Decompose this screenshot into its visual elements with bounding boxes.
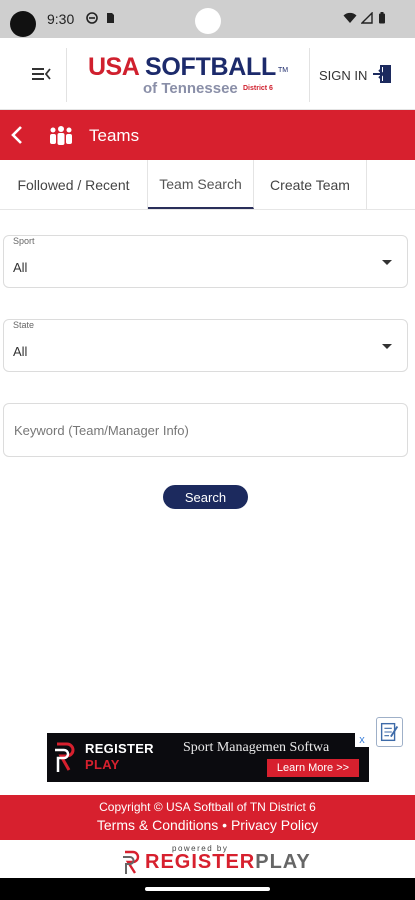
sim-card-icon xyxy=(107,13,114,23)
back-arrow-icon[interactable] xyxy=(8,124,26,146)
ad-banner[interactable]: REGISTER PLAY Sport Managemen Softwa Lea… xyxy=(47,733,369,782)
tab-label: Team Search xyxy=(159,175,242,192)
status-time: 9:30 xyxy=(47,11,75,27)
home-gesture-handle[interactable] xyxy=(145,887,270,891)
page-title: Teams xyxy=(89,126,140,145)
wifi-icon xyxy=(343,12,357,23)
registerplay-logo-icon xyxy=(123,850,140,874)
ad-close-icon[interactable]: x xyxy=(355,733,369,747)
camera-cutout xyxy=(10,11,36,37)
status-bar: 9:30 xyxy=(0,0,415,38)
powered-by[interactable]: powered by REGISTERPLAY xyxy=(0,840,415,878)
registerplay-logo-icon xyxy=(55,742,75,772)
footer-links: Terms & Conditions • Privacy Policy xyxy=(0,817,415,833)
menu-icon[interactable] xyxy=(30,64,52,84)
footer-separator: • xyxy=(222,817,228,833)
ad-brand-register: REGISTER xyxy=(85,741,154,756)
state-select[interactable]: State All xyxy=(3,319,408,372)
logo-subtitle: of Tennessee xyxy=(143,80,238,97)
sport-select[interactable]: Sport All xyxy=(3,235,408,288)
teams-icon xyxy=(50,126,72,145)
usa-softball-logo[interactable]: USA SOFTBALL TM of Tennessee District 6 xyxy=(88,53,293,97)
keyword-input[interactable] xyxy=(3,403,408,457)
tab-followed-recent[interactable]: Followed / Recent xyxy=(0,160,148,209)
logo-usa: USA xyxy=(88,53,140,81)
front-sensor xyxy=(195,8,221,34)
ad-brand-play: PLAY xyxy=(85,757,120,772)
footer-copyright: Copyright © USA Softball of TN District … xyxy=(99,800,316,814)
wordmark-register: REGISTER xyxy=(145,851,256,873)
dnd-icon xyxy=(86,12,98,24)
privacy-link[interactable]: Privacy Policy xyxy=(231,817,318,833)
dropdown-arrow-icon xyxy=(382,344,392,349)
battery-icon xyxy=(379,12,385,24)
header-divider xyxy=(66,48,67,102)
logo-district: District 6 xyxy=(243,85,273,92)
system-nav-bar xyxy=(0,878,415,900)
tab-label: Create Team xyxy=(270,176,350,193)
registerplay-wordmark: REGISTERPLAY xyxy=(145,851,311,874)
dropdown-arrow-icon xyxy=(382,260,392,265)
terms-link[interactable]: Terms & Conditions xyxy=(97,817,218,833)
sign-in-link[interactable]: SIGN IN xyxy=(319,68,367,83)
sport-value: All xyxy=(13,260,28,275)
logo-tm: TM xyxy=(278,67,289,74)
tab-team-search[interactable]: Team Search xyxy=(148,160,254,209)
header-divider xyxy=(309,48,310,102)
tab-bar: Followed / Recent Team Search Create Tea… xyxy=(0,160,415,210)
sport-label: Sport xyxy=(13,236,35,246)
ad-brand-play-text: PLAY xyxy=(85,757,120,772)
page-titlebar: Teams xyxy=(0,110,415,160)
search-button[interactable]: Search xyxy=(163,485,248,509)
tab-label: Followed / Recent xyxy=(17,176,130,193)
ad-tagline: Sport Managemen Softwa xyxy=(183,740,330,755)
footer: Copyright © USA Softball of TN District … xyxy=(0,795,415,840)
wordmark-play: PLAY xyxy=(255,851,311,873)
logo-softball: SOFTBALL xyxy=(145,53,276,81)
sign-in-icon[interactable] xyxy=(372,64,392,84)
signal-icon xyxy=(361,12,373,24)
state-label: State xyxy=(13,320,35,330)
tab-create-team[interactable]: Create Team xyxy=(254,160,367,209)
ad-learn-more-button[interactable]: Learn More >> xyxy=(267,759,359,777)
state-value: All xyxy=(13,344,28,359)
app-header: USA SOFTBALL TM of Tennessee District 6 … xyxy=(0,38,415,110)
feedback-icon[interactable] xyxy=(376,717,403,747)
